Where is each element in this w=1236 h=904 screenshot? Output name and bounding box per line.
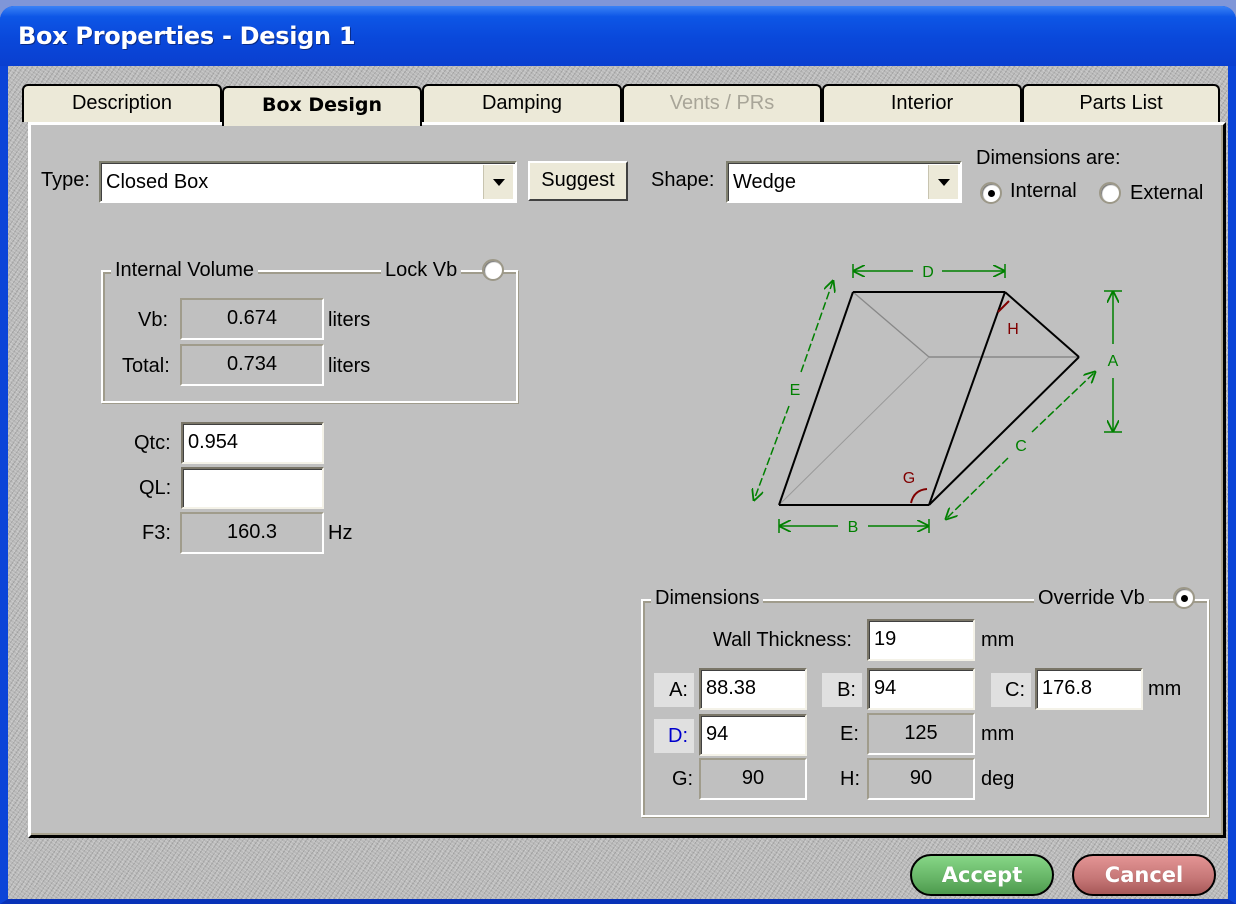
vb-value: 0.674 — [180, 298, 324, 340]
lock-vb-label[interactable]: Lock Vb — [381, 259, 462, 282]
dim-c-input[interactable]: 176.8 — [1035, 668, 1143, 710]
internal-radio[interactable] — [980, 182, 1002, 204]
dim-b-input[interactable]: 94 — [867, 668, 975, 710]
cancel-button[interactable]: Cancel — [1072, 854, 1216, 896]
qtc-label: Qtc: — [134, 432, 171, 454]
type-select[interactable]: Closed Box — [99, 161, 517, 203]
tab-interior[interactable]: Interior — [822, 84, 1022, 122]
f3-unit: Hz — [328, 522, 353, 544]
total-value: 0.734 — [180, 344, 324, 386]
dim-a-label: A: — [654, 673, 694, 707]
f3-label: F3: — [142, 522, 171, 544]
dim-c-arrow — [946, 457, 1009, 519]
diagram-label-e: E — [790, 382, 801, 399]
dialog-window: Box Properties - Design 1 Description Bo… — [0, 6, 1236, 904]
dim-e-value: 125 — [867, 713, 975, 755]
diagram-label-d: D — [922, 264, 934, 281]
type-dropdown-button[interactable] — [483, 165, 513, 199]
internal-radio-label[interactable]: Internal — [1010, 180, 1077, 203]
chevron-down-icon — [937, 178, 950, 186]
dim-a-input[interactable]: 88.38 — [699, 668, 807, 710]
row2-unit: mm — [981, 723, 1015, 745]
suggest-button[interactable]: Suggest — [528, 161, 628, 201]
lock-vb-radio[interactable] — [482, 259, 504, 281]
tab-description[interactable]: Description — [22, 84, 222, 122]
total-unit: liters — [328, 355, 371, 377]
ql-input[interactable] — [181, 467, 324, 509]
window-title: Box Properties - Design 1 — [18, 22, 356, 50]
shape-label: Shape: — [651, 169, 715, 191]
vb-unit: liters — [328, 309, 371, 331]
dim-h-value: 90 — [867, 758, 975, 800]
dim-b-label: B: — [822, 673, 862, 707]
box-design-panel: Type: Closed Box Suggest Shape: Wedge Di… — [28, 122, 1226, 838]
dimensions-are-label: Dimensions are: — [976, 147, 1121, 169]
tab-vents-prs: Vents / PRs — [622, 84, 822, 122]
ql-label: QL: — [139, 477, 172, 499]
dim-c-label: C: — [991, 673, 1031, 707]
title-bar[interactable]: Box Properties - Design 1 — [0, 6, 1236, 66]
dim-d-label: D: — [654, 719, 694, 753]
dimensions-title: Dimensions — [651, 587, 764, 610]
wall-thickness-unit: mm — [981, 629, 1015, 651]
tab-parts-list[interactable]: Parts List — [1022, 84, 1220, 122]
dim-e-label: E: — [840, 723, 859, 745]
wall-thickness-input[interactable]: 19 — [867, 619, 975, 661]
override-vb-radio[interactable] — [1173, 587, 1195, 609]
qtc-input[interactable]: 0.954 — [181, 422, 324, 464]
row3-unit: deg — [981, 768, 1015, 790]
dim-g-label: G: — [672, 768, 694, 790]
f3-value: 160.3 — [180, 512, 324, 554]
dim-c-arrow — [1031, 372, 1095, 433]
type-label: Type: — [41, 169, 90, 191]
dim-d-input[interactable]: 94 — [699, 714, 807, 756]
shape-select[interactable]: Wedge — [726, 161, 962, 203]
internal-volume-title: Internal Volume — [111, 259, 258, 282]
diagram-label-b: B — [848, 519, 859, 536]
vb-label: Vb: — [138, 309, 169, 331]
dim-e-arrow — [800, 281, 833, 373]
row1-unit: mm — [1148, 678, 1182, 700]
tab-damping[interactable]: Damping — [422, 84, 622, 122]
hidden-edge — [852, 291, 930, 358]
diagram-label-h: H — [1007, 321, 1019, 338]
diagram-label-c: C — [1015, 438, 1027, 455]
dialog-client-area: Description Box Design Damping Vents / P… — [8, 66, 1228, 899]
diagram-label-a: A — [1108, 353, 1119, 370]
chevron-down-icon — [492, 178, 505, 186]
shape-dropdown-button[interactable] — [928, 165, 958, 199]
override-vb-label[interactable]: Override Vb — [1034, 587, 1149, 610]
tab-box-design[interactable]: Box Design — [222, 86, 422, 126]
wall-thickness-label: Wall Thickness: — [713, 629, 852, 651]
external-radio[interactable] — [1099, 182, 1121, 204]
type-select-value: Closed Box — [106, 171, 209, 193]
angle-g-arc — [910, 488, 928, 504]
dim-g-value: 90 — [699, 758, 807, 800]
diagram-label-g: G — [903, 470, 915, 487]
total-label: Total: — [122, 355, 170, 377]
wedge-diagram: D B A E C G H — [731, 264, 1122, 536]
wedge-edge — [928, 291, 1006, 506]
dim-h-label: H: — [840, 768, 860, 790]
accept-button[interactable]: Accept — [910, 854, 1054, 896]
wedge-edge — [928, 356, 1080, 506]
external-radio-label[interactable]: External — [1130, 182, 1203, 205]
shape-select-value: Wedge — [733, 171, 797, 193]
dim-e-arrow — [754, 405, 790, 500]
